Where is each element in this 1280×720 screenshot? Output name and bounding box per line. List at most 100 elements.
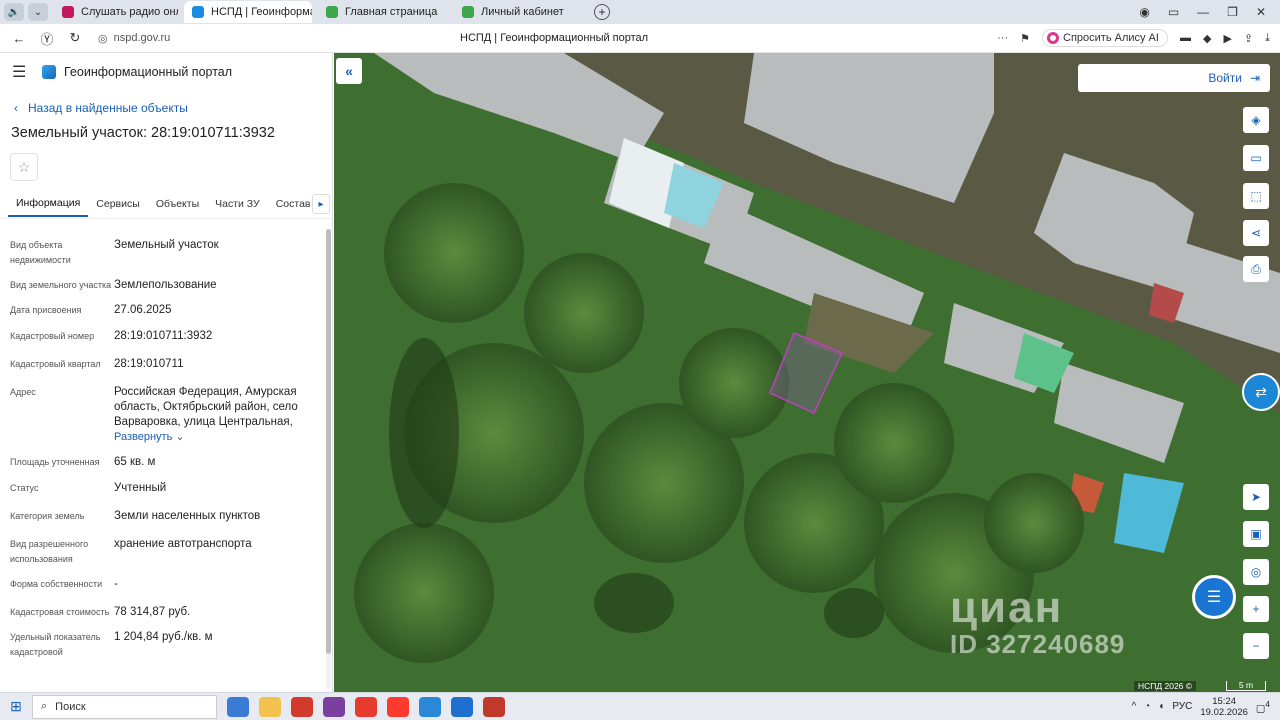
browser-tab-bar: 🔈 ⌄ Слушать радио онл ◂) НСПД | Геоинфор…	[0, 0, 1280, 24]
tab-radio[interactable]: Слушать радио онл ◂)	[54, 1, 178, 23]
share-icon[interactable]: ⋖	[1243, 220, 1269, 246]
prop-row: Адрес Российская Федерация, Амурская обл…	[0, 385, 325, 445]
chevron-left-icon: ‹	[14, 101, 18, 115]
alice-button[interactable]: Спросить Алису AI	[1042, 29, 1168, 47]
layers-icon[interactable]: ◈	[1243, 107, 1269, 133]
login-button[interactable]: Войти ⇥	[1078, 64, 1270, 92]
favorite-star-icon[interactable]: ☆	[10, 153, 38, 181]
print-icon[interactable]: ⎙	[1243, 256, 1269, 282]
app-icon[interactable]	[291, 696, 313, 717]
back-label: Назад в найденные объекты	[28, 101, 188, 115]
portal-logo-icon	[42, 65, 56, 79]
locate-icon[interactable]: ➤	[1243, 484, 1269, 510]
speaker-icon[interactable]: 🔈	[4, 3, 24, 21]
collapse-panel-icon[interactable]: «	[336, 58, 362, 84]
geolocation-icon[interactable]: ◎	[1243, 559, 1269, 585]
prop-label: Дата присвоения	[10, 305, 82, 315]
expand-address-link[interactable]: Развернуть ⌄	[114, 430, 325, 445]
select-area-icon[interactable]: ⬚	[1243, 183, 1269, 209]
yandex-icon[interactable]	[387, 696, 409, 717]
prop-row: Вид разрешенного использования хранение …	[0, 537, 325, 567]
task-view-icon[interactable]	[227, 696, 249, 717]
prop-value: 28:19:010711:3932	[114, 330, 213, 342]
cian-watermark: циан ID 327240689	[950, 583, 1125, 660]
tab-information[interactable]: Информация	[8, 191, 89, 217]
prop-label: Кадастровый номер	[10, 331, 95, 341]
app-icon[interactable]	[483, 696, 505, 717]
network-icon[interactable]: ◔	[1144, 701, 1150, 712]
back-arrow-icon[interactable]: ←	[10, 31, 28, 46]
ruler-icon[interactable]: ▭	[1243, 145, 1269, 171]
bookmarks-icon[interactable]: ▭	[1168, 5, 1179, 19]
prop-value: Земли населенных пунктов	[114, 510, 261, 522]
media-icon[interactable]: ▶	[1223, 32, 1231, 45]
yandex-icon[interactable]: Ⓨ	[38, 29, 56, 48]
map-view[interactable]: « Войти ⇥ ◈ ▭ ⬚ ⋖ ⎙ ⇄ ➤ ▣ ◎ + − ☰ циан I…	[334, 53, 1280, 692]
app-icon[interactable]	[323, 696, 345, 717]
tab-objects[interactable]: Объекты	[148, 191, 207, 217]
prop-label: Площадь уточненная	[10, 457, 100, 467]
volume-icon[interactable]: ◖	[1158, 701, 1164, 712]
time: 15:24	[1212, 695, 1237, 707]
property-list: Вид объекта недвижимости Земельный участ…	[0, 233, 325, 660]
bookmark-icon[interactable]: ⚑	[1020, 32, 1030, 45]
share-icon[interactable]: ⇪	[1244, 32, 1253, 45]
downloads-icon[interactable]: ⤓	[1265, 32, 1270, 45]
windows-start-icon[interactable]: ⊞	[0, 698, 32, 715]
extension-icon[interactable]: ◆	[1203, 32, 1211, 45]
tab-parts[interactable]: Части ЗУ	[207, 191, 268, 217]
alice-label: Спросить Алису AI	[1063, 32, 1159, 44]
extension-icon[interactable]: ▬	[1180, 32, 1191, 44]
tab-personal-account[interactable]: Личный кабинет	[454, 1, 584, 23]
language-indicator[interactable]: РУС	[1172, 701, 1192, 712]
pkk-icon[interactable]: ⇄	[1242, 373, 1280, 411]
prop-label: Форма собственности	[10, 579, 103, 589]
scrollbar-thumb[interactable]	[326, 229, 331, 654]
restore-icon[interactable]: ❐	[1227, 5, 1238, 19]
profile-icon[interactable]: ◉	[1139, 5, 1149, 19]
prop-value: 78 314,87 руб.	[114, 606, 191, 618]
prop-value: 65 кв. м	[114, 456, 156, 468]
chat-icon[interactable]: ☰	[1192, 575, 1236, 619]
tray-chevron-icon[interactable]: ^	[1132, 701, 1137, 712]
tab-nspd[interactable]: НСПД | Геоинформац ✕	[184, 1, 312, 23]
panel-tabs: Информация Сервисы Объекты Части ЗУ Сост…	[0, 191, 332, 219]
taskbar-search[interactable]: ⌕ Поиск	[32, 694, 217, 719]
minimize-icon[interactable]: —	[1197, 5, 1209, 19]
tab-composition[interactable]: Состав	[268, 191, 319, 217]
prop-row: Форма собственности -	[0, 577, 325, 592]
prop-value: Учтенный	[114, 482, 167, 494]
login-icon: ⇥	[1249, 71, 1260, 85]
edge-icon[interactable]	[419, 696, 441, 717]
yandex-browser-icon[interactable]	[355, 696, 377, 717]
prop-row: Статус Учтенный	[0, 481, 325, 496]
prop-label: Удельный показатель кадастровой	[10, 632, 101, 657]
more-icon[interactable]: ···	[997, 32, 1008, 44]
tab-main-page[interactable]: Главная страница	[318, 1, 448, 23]
site-info-icon[interactable]: ◎	[98, 32, 108, 45]
tabs-scroll-right-icon[interactable]: ▸	[312, 194, 330, 214]
notification-icon[interactable]: ▢4	[1256, 699, 1270, 714]
new-tab-plus-icon[interactable]: +	[594, 4, 610, 20]
map-attribution: НСПД 2026 ©	[1134, 681, 1197, 691]
minimap-icon[interactable]: ▣	[1243, 521, 1269, 547]
tab-services[interactable]: Сервисы	[88, 191, 148, 217]
close-window-icon[interactable]: ✕	[1256, 5, 1266, 19]
taskbar: ⊞ ⌕ Поиск ^ ◔ ◖ РУС 15:24 19.02.2026 ▢4	[0, 692, 1280, 720]
tab-label: Личный кабинет	[481, 6, 564, 18]
clock[interactable]: 15:24 19.02.2026	[1200, 696, 1248, 718]
zoom-in-icon[interactable]: +	[1243, 596, 1269, 622]
prop-row: Категория земель Земли населенных пункто…	[0, 509, 325, 524]
zoom-out-icon[interactable]: −	[1243, 633, 1269, 659]
search-icon: ⌕	[41, 700, 48, 712]
tabs-menu-chevron-icon[interactable]: ⌄	[28, 3, 48, 21]
menu-icon[interactable]: ☰	[12, 62, 30, 82]
url-field[interactable]: ◎ nspd.gov.ru	[98, 32, 170, 45]
prop-label: Кадастровая стоимость	[10, 607, 110, 617]
app-icon[interactable]	[451, 696, 473, 717]
reload-icon[interactable]: ↻	[66, 30, 84, 46]
prop-value: Земельный участок	[114, 239, 219, 251]
back-to-results-link[interactable]: ‹ Назад в найденные объекты	[14, 101, 332, 115]
prop-label: Адрес	[10, 387, 36, 397]
file-explorer-icon[interactable]	[259, 696, 281, 717]
